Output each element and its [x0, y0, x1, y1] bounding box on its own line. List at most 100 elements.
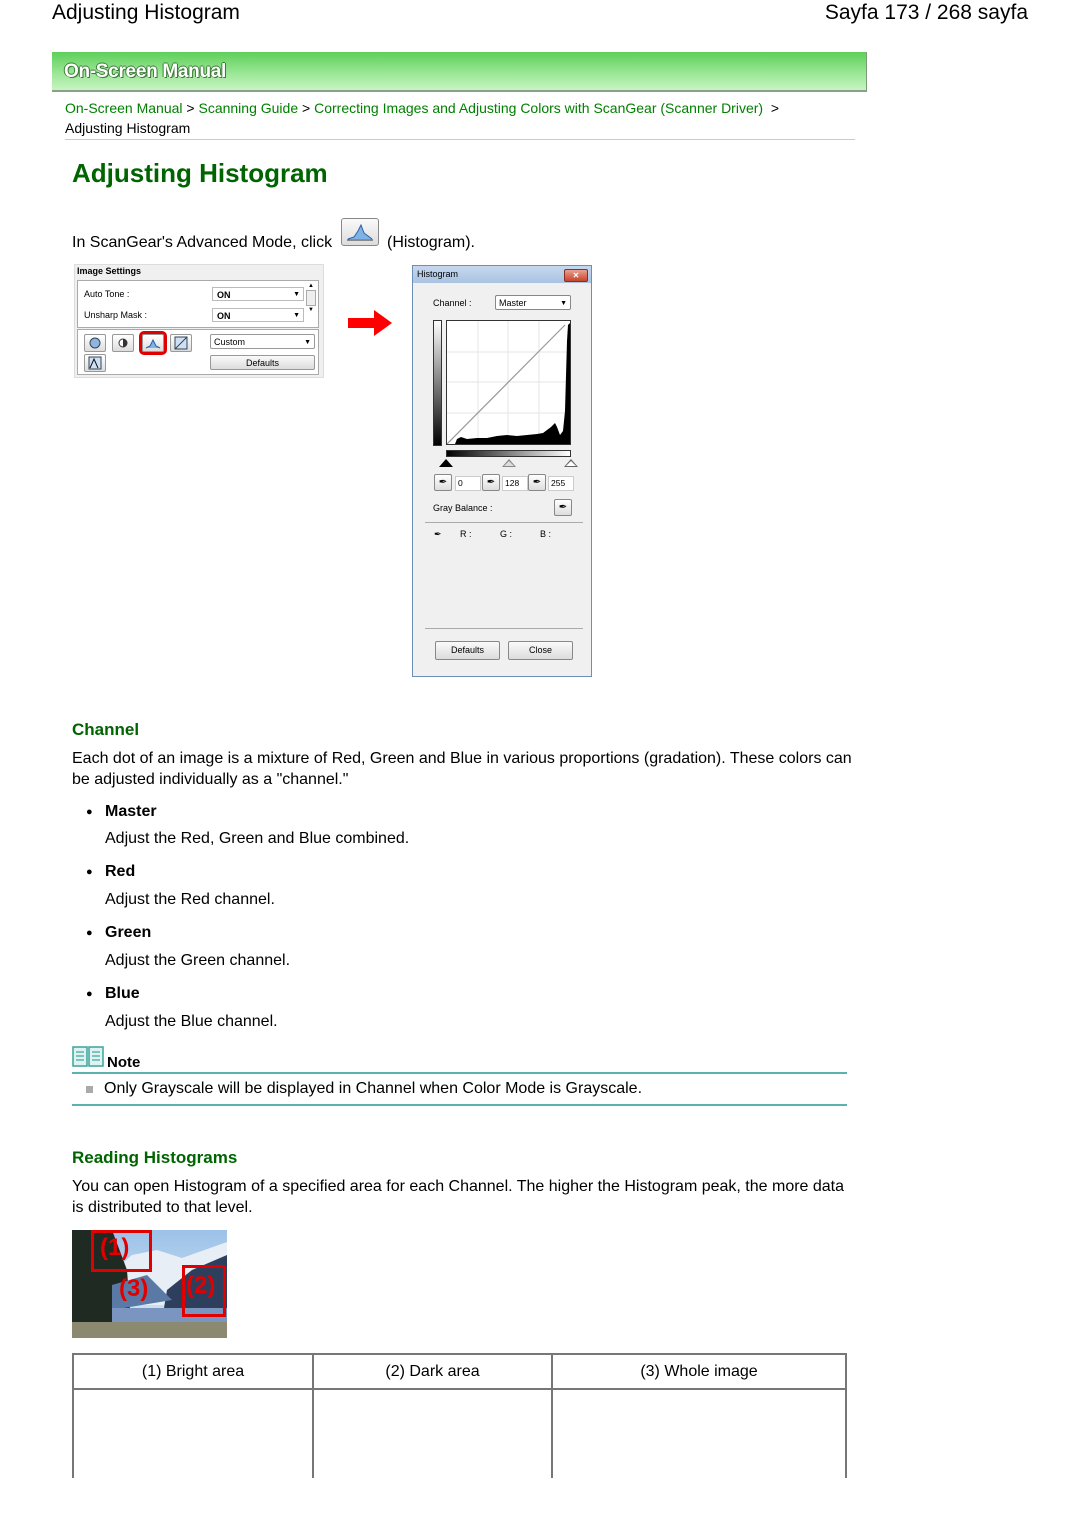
- histogram-comparison-table: (1) Bright area (2) Dark area (3) Whole …: [72, 1353, 847, 1478]
- mid-point-slider[interactable]: [502, 459, 516, 467]
- page-indicator: Sayfa 173 / 268 sayfa: [824, 1, 1028, 24]
- image-settings-list: Auto Tone : ON ▼ Unsharp Mask : ON ▼ ▲ ▼: [77, 280, 319, 328]
- settings-scrollbar[interactable]: ▲ ▼: [306, 283, 316, 325]
- gray-balance-label: Gray Balance :: [433, 503, 493, 513]
- white-eyedropper-button[interactable]: ✒: [528, 474, 546, 491]
- breadcrumb-separator: >: [302, 100, 311, 116]
- sample-landscape-photo: (1) (2) (3): [72, 1230, 227, 1338]
- channel-item-desc: Adjust the Blue channel.: [105, 1013, 278, 1030]
- table-cell-dark: [312, 1388, 553, 1478]
- note-top-rule: [72, 1072, 847, 1074]
- dialog-divider: [425, 628, 583, 629]
- contrast-button[interactable]: [112, 334, 134, 352]
- unsharp-mask-label: Unsharp Mask :: [84, 310, 148, 320]
- breadcrumb-separator: >: [186, 100, 195, 116]
- unsharp-mask-value: ON: [217, 311, 231, 321]
- breadcrumb-divider: [65, 139, 855, 140]
- image-settings-panel: Image Settings Auto Tone : ON ▼ Unsharp M…: [74, 264, 324, 378]
- note-item: Only Grayscale will be displayed in Chan…: [104, 1080, 643, 1097]
- histogram-defaults-button[interactable]: Defaults: [435, 641, 500, 660]
- black-point-input[interactable]: 0: [455, 476, 481, 491]
- breadcrumb-link-manual[interactable]: On-Screen Manual: [65, 100, 183, 116]
- dialog-divider: [425, 522, 583, 523]
- tone-curve-line: [446, 324, 566, 445]
- table-header-whole: (3) Whole image: [551, 1353, 847, 1390]
- table-row: [72, 1388, 847, 1478]
- image-adjust-tools: Custom ▼ Defaults: [77, 329, 319, 375]
- output-gradient-bar: [433, 320, 442, 446]
- photo-label-2: (2): [186, 1272, 216, 1299]
- histogram-plot: [446, 320, 571, 445]
- channel-description: Each dot of an image is a mixture of Red…: [72, 750, 852, 788]
- note-bottom-rule: [72, 1104, 847, 1106]
- intro-text: In ScanGear's Advanced Mode, click (Hist…: [72, 218, 475, 253]
- channel-value: Master: [499, 298, 527, 308]
- channel-item-desc: Adjust the Green channel.: [105, 952, 291, 969]
- intro-after: (Histogram).: [386, 234, 475, 251]
- scroll-up-icon: ▲: [308, 283, 314, 289]
- note-bullet: [86, 1086, 93, 1093]
- page-title: Adjusting Histogram: [72, 158, 328, 188]
- auto-tone-label: Auto Tone :: [84, 289, 130, 299]
- note-book-icon: [72, 1046, 104, 1067]
- black-point-slider[interactable]: [439, 459, 453, 467]
- breadcrumb-link-scanning-guide[interactable]: Scanning Guide: [198, 100, 298, 116]
- histogram-dialog: Histogram ✕ Channel : Master ▼ ✒ 0 ✒ 128 …: [412, 265, 592, 677]
- table-header-row: (1) Bright area (2) Dark area (3) Whole …: [72, 1353, 847, 1390]
- breadcrumb-current: Adjusting Histogram: [65, 120, 191, 136]
- channel-item-desc: Adjust the Red channel.: [105, 891, 275, 908]
- mid-point-input[interactable]: 128: [502, 476, 528, 491]
- brightness-button[interactable]: [84, 334, 106, 352]
- photo-label-1: (1): [100, 1234, 130, 1261]
- chevron-down-icon: ▼: [293, 291, 300, 298]
- arrow-right-icon: [348, 310, 392, 336]
- table-header-dark: (2) Dark area: [312, 1353, 553, 1390]
- channel-select[interactable]: Master ▼: [495, 295, 571, 310]
- image-settings-title: Image Settings: [77, 266, 142, 276]
- channel-item-green: Green: [86, 924, 151, 942]
- unsharp-mask-select[interactable]: ON ▼: [212, 308, 304, 322]
- manual-banner: On-Screen Manual: [52, 52, 867, 92]
- chevron-down-icon: ▼: [304, 339, 311, 346]
- gray-balance-eyedropper-button[interactable]: ✒: [554, 499, 572, 516]
- r-value-label: R :: [460, 529, 472, 539]
- channel-heading: Channel: [72, 720, 140, 739]
- b-value-label: B :: [540, 529, 552, 539]
- g-value-label: G :: [500, 529, 513, 539]
- histogram-close-button[interactable]: Close: [508, 641, 573, 660]
- chevron-down-icon: ▼: [560, 300, 567, 307]
- note-label: Note: [107, 1054, 141, 1071]
- table-cell-whole: [551, 1388, 847, 1478]
- chevron-down-icon: ▼: [293, 312, 300, 319]
- intro-before: In ScanGear's Advanced Mode, click: [72, 234, 333, 251]
- scroll-down-icon: ▼: [308, 307, 314, 313]
- input-gradient-bar: [446, 450, 571, 457]
- image-settings-defaults-button[interactable]: Defaults: [210, 355, 315, 370]
- breadcrumb-separator: >: [770, 100, 780, 116]
- channel-item-blue: Blue: [86, 985, 139, 1003]
- eyedropper-icon: ✒: [434, 529, 442, 539]
- tone-curve-button[interactable]: [170, 334, 192, 352]
- channel-item-desc: Adjust the Red, Green and Blue combined.: [105, 830, 410, 847]
- table-cell-bright: [72, 1388, 314, 1478]
- preset-value: Custom: [214, 337, 246, 347]
- photo-label-3: (3): [119, 1275, 149, 1302]
- dialog-close-icon[interactable]: ✕: [564, 269, 588, 282]
- channel-label: Channel :: [433, 298, 472, 308]
- preset-select[interactable]: Custom ▼: [210, 334, 315, 349]
- breadcrumb: On-Screen Manual > Scanning Guide > Corr…: [65, 98, 845, 138]
- black-eyedropper-button[interactable]: ✒: [434, 474, 452, 491]
- white-point-slider[interactable]: [564, 459, 578, 467]
- breadcrumb-link-correcting-images[interactable]: Correcting Images and Adjusting Colors w…: [314, 100, 763, 116]
- scroll-thumb[interactable]: [306, 290, 316, 306]
- table-header-bright: (1) Bright area: [72, 1353, 314, 1390]
- threshold-button[interactable]: [84, 354, 106, 372]
- banner-title: On-Screen Manual: [64, 61, 227, 82]
- auto-tone-select[interactable]: ON ▼: [212, 287, 304, 301]
- auto-tone-value: ON: [217, 290, 231, 300]
- histogram-button-icon: [340, 218, 379, 246]
- mid-eyedropper-button[interactable]: ✒: [482, 474, 500, 491]
- histogram-button[interactable]: [139, 331, 167, 355]
- white-point-input[interactable]: 255: [548, 476, 574, 491]
- reading-histograms-description: You can open Histogram of a specified ar…: [72, 1178, 845, 1216]
